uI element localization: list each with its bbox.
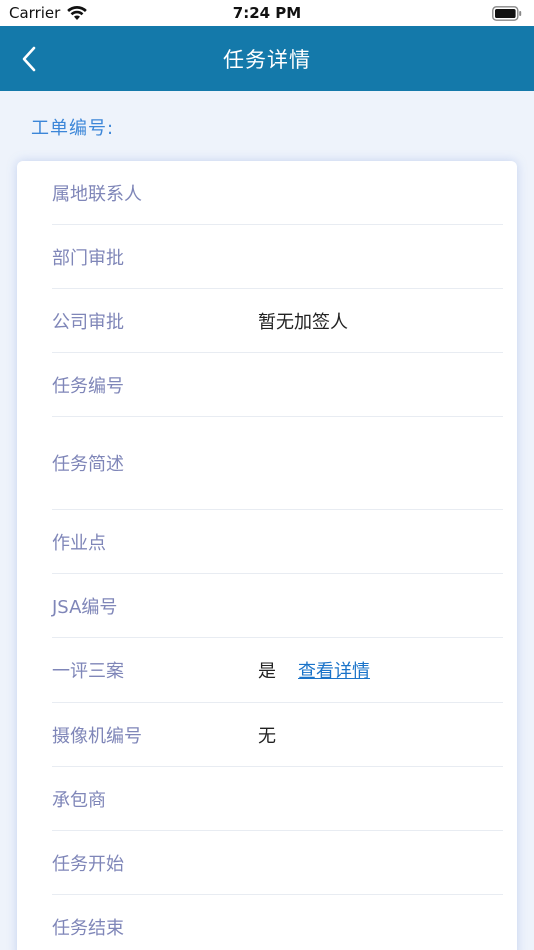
row-label: 作业点 [52, 532, 106, 554]
detail-row-camera-number: 摄像机编号 无 [52, 703, 503, 767]
row-label: 承包商 [52, 789, 106, 811]
wifi-icon [67, 5, 88, 20]
row-label: JSA编号 [52, 596, 118, 618]
chevron-left-icon [22, 46, 36, 72]
detail-row-work-site: 作业点 [52, 510, 503, 574]
detail-row-risk-assessment: 一评三案 是 查看详情 [52, 638, 503, 703]
row-label: 部门审批 [52, 247, 124, 269]
row-value: 是 [258, 661, 276, 682]
row-label: 公司审批 [52, 311, 124, 333]
view-details-link[interactable]: 查看详情 [298, 657, 370, 683]
nav-bar: 任务详情 [0, 26, 534, 91]
detail-row-task-summary: 任务简述 [52, 417, 503, 510]
detail-row-task-start: 任务开始 [52, 831, 503, 895]
row-label: 任务简述 [52, 454, 124, 475]
detail-row-contractor: 承包商 [52, 767, 503, 831]
status-left: Carrier [9, 4, 88, 22]
detail-row-company-approval: 公司审批 暂无加签人 [52, 289, 503, 353]
page-title: 任务详情 [223, 47, 311, 72]
detail-row-dept-approval: 部门审批 [52, 225, 503, 289]
battery-icon [492, 5, 522, 21]
row-value: 无 [258, 725, 276, 747]
detail-row-task-end: 任务结束 [52, 895, 503, 950]
row-label: 任务编号 [52, 375, 124, 397]
row-label: 一评三案 [52, 661, 124, 682]
row-label: 属地联系人 [52, 183, 142, 205]
status-bar: Carrier 7:24 PM [0, 0, 534, 26]
task-details-card: 属地联系人 部门审批 公司审批 暂无加签人 任务编号 任务简述 作业点 JSA编… [17, 161, 517, 950]
row-label: 任务开始 [52, 853, 124, 875]
row-label: 任务结束 [52, 918, 124, 939]
order-number-label: 工单编号: [31, 118, 115, 139]
detail-row-local-contact: 属地联系人 [52, 161, 503, 225]
row-label: 摄像机编号 [52, 725, 142, 747]
back-button[interactable] [14, 44, 44, 74]
carrier-label: Carrier [9, 4, 61, 22]
row-value: 暂无加签人 [258, 311, 348, 333]
detail-row-task-number: 任务编号 [52, 353, 503, 417]
detail-row-jsa-number: JSA编号 [52, 574, 503, 638]
